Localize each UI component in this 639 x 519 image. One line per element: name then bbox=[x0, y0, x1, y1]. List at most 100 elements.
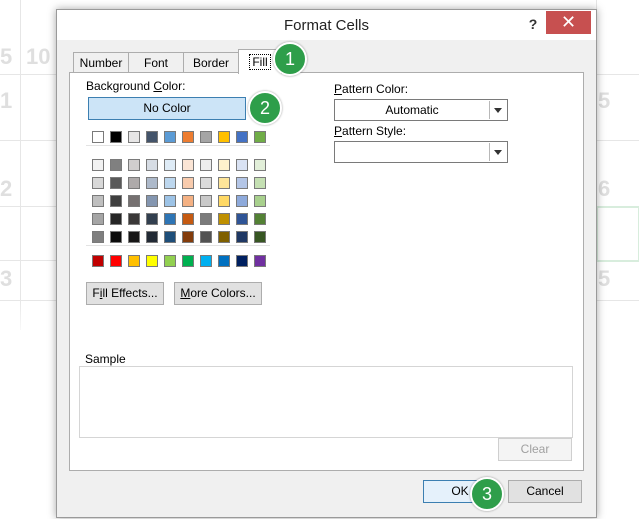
color-swatch[interactable] bbox=[146, 195, 158, 207]
pattern-color-dropdown[interactable]: Automatic bbox=[334, 99, 508, 121]
color-swatch[interactable] bbox=[254, 177, 266, 189]
color-swatch[interactable] bbox=[218, 213, 230, 225]
fill-effects-button[interactable]: Fill Effects... bbox=[86, 282, 164, 305]
color-swatch[interactable] bbox=[164, 159, 176, 171]
color-swatch[interactable] bbox=[146, 177, 158, 189]
tab-label: Fill bbox=[249, 54, 271, 70]
color-swatch[interactable] bbox=[128, 195, 140, 207]
background-color-label-text: Background Color: bbox=[86, 79, 186, 93]
format-cells-dialog: Format Cells ? ✕ Number Font Border Fill… bbox=[56, 9, 597, 518]
color-swatch[interactable] bbox=[164, 213, 176, 225]
color-swatch[interactable] bbox=[218, 231, 230, 243]
color-swatch[interactable] bbox=[92, 213, 104, 225]
clear-button[interactable]: Clear bbox=[498, 438, 572, 461]
color-swatch[interactable] bbox=[236, 255, 248, 267]
chevron-down-icon[interactable] bbox=[489, 143, 506, 161]
color-swatch[interactable] bbox=[200, 231, 212, 243]
chevron-down-icon[interactable] bbox=[489, 101, 506, 119]
color-swatch[interactable] bbox=[236, 213, 248, 225]
color-swatch[interactable] bbox=[128, 159, 140, 171]
title-bar: Format Cells ? ✕ bbox=[57, 10, 596, 40]
pattern-style-dropdown[interactable] bbox=[334, 141, 508, 163]
color-swatch[interactable] bbox=[92, 177, 104, 189]
color-swatch[interactable] bbox=[128, 231, 140, 243]
color-swatch[interactable] bbox=[146, 159, 158, 171]
color-swatch[interactable] bbox=[110, 131, 122, 143]
color-swatch[interactable] bbox=[146, 231, 158, 243]
tab-label: Number bbox=[79, 56, 123, 70]
color-swatch[interactable] bbox=[182, 231, 194, 243]
pattern-color-label: Pattern Color: bbox=[334, 82, 409, 96]
color-swatch[interactable] bbox=[218, 195, 230, 207]
color-swatch[interactable] bbox=[254, 213, 266, 225]
sample-preview bbox=[79, 366, 573, 438]
color-swatch[interactable] bbox=[164, 131, 176, 143]
color-swatch[interactable] bbox=[182, 255, 194, 267]
more-colors-button[interactable]: More Colors... bbox=[174, 282, 262, 305]
background-color-label: Background Color: bbox=[86, 79, 185, 93]
step-callout-1: 1 bbox=[273, 42, 307, 76]
color-swatch[interactable] bbox=[182, 195, 194, 207]
color-swatch[interactable] bbox=[128, 255, 140, 267]
color-swatch[interactable] bbox=[92, 159, 104, 171]
tab-number[interactable]: Number bbox=[73, 52, 129, 73]
color-swatch[interactable] bbox=[236, 231, 248, 243]
palette-separator bbox=[86, 245, 270, 246]
color-swatch[interactable] bbox=[200, 131, 212, 143]
step-callout-2: 2 bbox=[248, 91, 282, 125]
dialog-title: Format Cells bbox=[283, 17, 369, 34]
color-swatch[interactable] bbox=[146, 213, 158, 225]
no-color-button[interactable]: No Color bbox=[88, 97, 246, 120]
color-swatch[interactable] bbox=[128, 177, 140, 189]
color-swatch[interactable] bbox=[200, 213, 212, 225]
close-button[interactable]: ✕ bbox=[546, 11, 591, 34]
color-swatch[interactable] bbox=[236, 159, 248, 171]
color-swatch[interactable] bbox=[200, 195, 212, 207]
step-callout-3: 3 bbox=[470, 477, 504, 511]
help-button[interactable]: ? bbox=[523, 14, 543, 34]
color-swatch[interactable] bbox=[218, 159, 230, 171]
color-swatch[interactable] bbox=[110, 195, 122, 207]
color-swatch[interactable] bbox=[164, 231, 176, 243]
color-swatch[interactable] bbox=[254, 231, 266, 243]
color-swatch[interactable] bbox=[182, 159, 194, 171]
pattern-color-value: Automatic bbox=[385, 103, 439, 117]
color-swatch[interactable] bbox=[92, 255, 104, 267]
color-swatch[interactable] bbox=[146, 255, 158, 267]
color-swatch[interactable] bbox=[254, 255, 266, 267]
color-swatch[interactable] bbox=[92, 231, 104, 243]
color-swatch[interactable] bbox=[128, 131, 140, 143]
color-swatch[interactable] bbox=[110, 231, 122, 243]
sample-label: Sample bbox=[83, 352, 128, 366]
color-swatch[interactable] bbox=[200, 255, 212, 267]
color-swatch[interactable] bbox=[182, 177, 194, 189]
tab-border[interactable]: Border bbox=[183, 52, 239, 73]
color-swatch[interactable] bbox=[236, 131, 248, 143]
color-swatch[interactable] bbox=[254, 131, 266, 143]
color-swatch[interactable] bbox=[218, 255, 230, 267]
color-swatch[interactable] bbox=[164, 195, 176, 207]
color-swatch[interactable] bbox=[236, 195, 248, 207]
color-swatch[interactable] bbox=[182, 131, 194, 143]
color-swatch[interactable] bbox=[254, 159, 266, 171]
color-swatch[interactable] bbox=[110, 255, 122, 267]
cancel-button[interactable]: Cancel bbox=[508, 480, 582, 503]
color-swatch[interactable] bbox=[128, 213, 140, 225]
tab-label: Font bbox=[143, 56, 168, 70]
color-swatch[interactable] bbox=[92, 195, 104, 207]
color-swatch[interactable] bbox=[110, 159, 122, 171]
color-swatch[interactable] bbox=[110, 177, 122, 189]
color-swatch[interactable] bbox=[164, 177, 176, 189]
color-swatch[interactable] bbox=[92, 131, 104, 143]
color-swatch[interactable] bbox=[218, 131, 230, 143]
color-swatch[interactable] bbox=[236, 177, 248, 189]
color-swatch[interactable] bbox=[254, 195, 266, 207]
color-swatch[interactable] bbox=[164, 255, 176, 267]
color-swatch[interactable] bbox=[110, 213, 122, 225]
color-swatch[interactable] bbox=[200, 177, 212, 189]
color-swatch[interactable] bbox=[200, 159, 212, 171]
color-swatch[interactable] bbox=[182, 213, 194, 225]
color-swatch[interactable] bbox=[146, 131, 158, 143]
color-swatch[interactable] bbox=[218, 177, 230, 189]
tab-font[interactable]: Font bbox=[128, 52, 184, 73]
